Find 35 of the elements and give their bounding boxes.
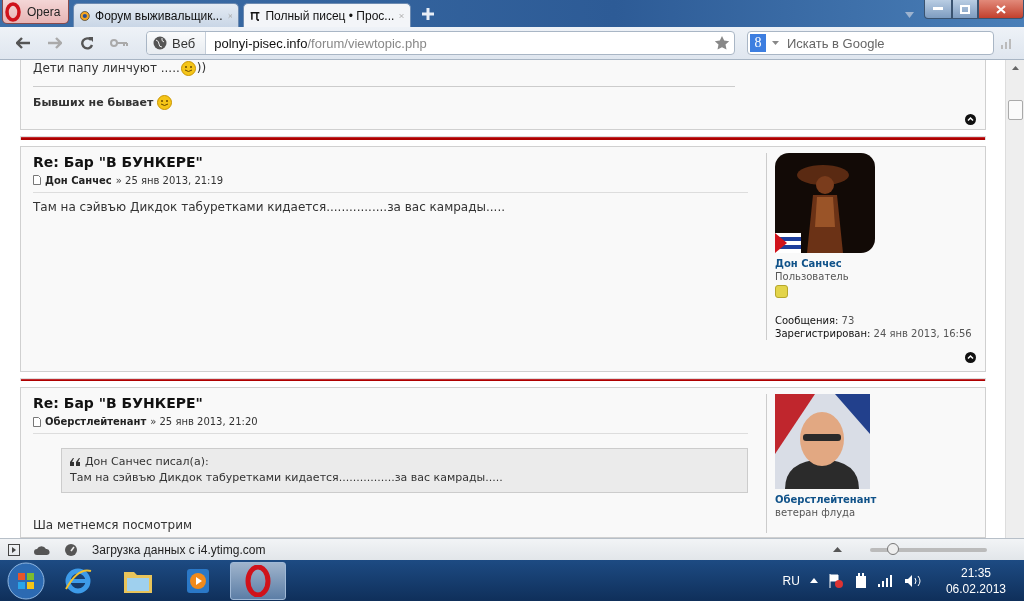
web-button[interactable]: Веб: [147, 32, 207, 54]
language-indicator[interactable]: RU: [782, 573, 800, 588]
post-date: » 25 янв 2013, 21:20: [150, 416, 258, 427]
post-date: » 25 янв 2013, 21:19: [115, 174, 224, 186]
post-text: Дети папу линчуют .....: [33, 60, 180, 76]
joined-date: Зарегистрирован: 24 янв 2013, 16:56: [775, 326, 973, 340]
post-text: Ша метнемся посмотрим: [33, 517, 193, 533]
search-input[interactable]: Искать в Google: [785, 34, 993, 52]
clock[interactable]: 21:35 06.02.2013: [945, 564, 1006, 597]
tab-title: Форум выживальщик...: [95, 8, 223, 23]
author-link[interactable]: Дон Санчес: [45, 174, 112, 186]
quote-text: Там на сэйвъю Дикдок табуретками кидается................за вас камрады.....: [70, 471, 504, 484]
search-field[interactable]: 8 Искать в Google: [747, 31, 994, 55]
post-text: Там на сэйвъю Дикдок табуретками кидается................за вас камрады.....: [33, 198, 506, 215]
address-field[interactable]: Веб polnyi-pisec.info/forum/viewtopic.php: [146, 31, 735, 55]
username-link[interactable]: Оберстлейтенант: [775, 493, 985, 506]
post-title: Re: Бар "В БУНКЕРЕ": [33, 152, 204, 171]
tab-title: Полный писец • Прос...: [265, 8, 395, 23]
search-engine-icon: 8: [750, 34, 766, 52]
user-rank: Пользователь: [775, 269, 850, 283]
clock-date: 06.02.2013: [945, 580, 1006, 597]
signature-text: Бывших не бывает: [33, 96, 154, 109]
opera-menu-button[interactable]: Opera: [2, 0, 70, 24]
status-text: Загрузка данных с i4.ytimg.com: [92, 542, 266, 557]
clock-time: 21:35: [960, 564, 991, 581]
url-text: polnyi-pisec.info/forum/viewtopic.php: [213, 35, 428, 51]
post-title: Re: Бар "В БУНКЕРЕ": [33, 394, 204, 412]
quote-author: Дон Санчес писал(а):: [85, 455, 209, 468]
browser-tab[interactable]: Полный писец • Прос...: [243, 3, 412, 27]
browser-tab[interactable]: Форум выживальщик...: [73, 3, 240, 27]
post-count: Сообщения: 73: [775, 313, 856, 327]
username-link[interactable]: Дон Санчес: [775, 256, 985, 270]
author-link[interactable]: Оберстлейтенант: [45, 416, 147, 427]
user-rank: ветеран флуда: [775, 506, 857, 519]
post-text: )): [196, 60, 207, 76]
